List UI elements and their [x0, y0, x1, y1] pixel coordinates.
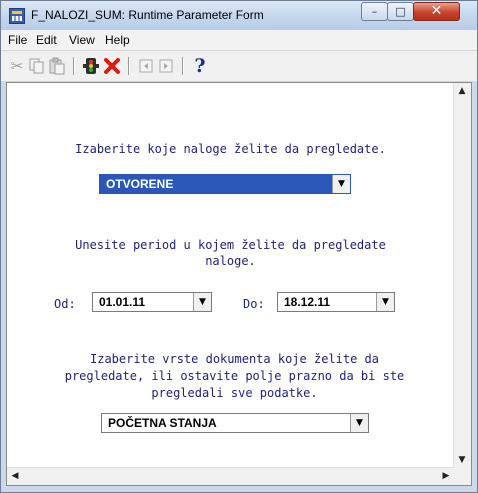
prompt-dok-line3: pregledali sve podatke.: [151, 386, 318, 400]
menu-bar: File Edit View Help: [1, 30, 477, 51]
od-date-field[interactable]: 01.01.11 ▼: [92, 292, 212, 312]
toolbar-separator: [128, 57, 130, 75]
help-icon[interactable]: ?: [190, 56, 210, 76]
cancel-icon[interactable]: [102, 56, 122, 76]
maximize-button[interactable]: □: [387, 2, 414, 21]
do-date-field[interactable]: 18.12.11 ▼: [277, 292, 395, 312]
prompt-dok-line2: pregledate, ili ostavite polje prazno da…: [64, 369, 405, 383]
runtime-parameter-window: F_NALOZI_SUM: Runtime Parameter Form – □…: [0, 0, 478, 493]
nalozi-select[interactable]: OTVORENE ▼: [99, 174, 351, 194]
toolbar-separator: [182, 57, 184, 75]
chevron-down-icon[interactable]: ▼: [350, 414, 368, 432]
title-bar[interactable]: F_NALOZI_SUM: Runtime Parameter Form – □…: [1, 1, 477, 30]
close-icon: ✕: [430, 3, 443, 19]
od-label: Od:: [54, 297, 76, 311]
scrollbar-corner: [454, 468, 471, 485]
toolbar-separator: [73, 57, 75, 75]
run-icon[interactable]: [81, 56, 101, 76]
vertical-scrollbar[interactable]: ▲ ▼: [453, 83, 471, 468]
dokument-value: POČETNA STANJA: [108, 416, 217, 430]
do-value: 18.12.11: [284, 295, 331, 309]
scroll-left-icon[interactable]: ◀: [7, 468, 23, 484]
nalozi-value: OTVORENE: [106, 177, 174, 191]
menu-file[interactable]: File: [8, 33, 27, 47]
scroll-right-icon[interactable]: ▶: [438, 468, 454, 484]
chevron-down-icon[interactable]: ▼: [332, 175, 350, 193]
app-icon: [9, 8, 25, 24]
chevron-down-icon[interactable]: ▼: [193, 293, 211, 311]
prompt-period-line2: naloge.: [205, 254, 256, 268]
chevron-down-icon[interactable]: ▼: [376, 293, 394, 311]
previous-icon[interactable]: [136, 56, 156, 76]
prompt-dok-line1: Izaberite vrste dokumenta koje želite da: [90, 352, 379, 366]
menu-help[interactable]: Help: [105, 33, 130, 47]
window-title: F_NALOZI_SUM: Runtime Parameter Form: [31, 8, 264, 22]
od-value: 01.01.11: [99, 295, 146, 309]
prompt-period-line1: Unesite period u kojem želite da pregled…: [75, 238, 386, 252]
do-label: Do:: [243, 297, 265, 311]
minimize-button[interactable]: –: [361, 2, 388, 21]
copy-icon[interactable]: [27, 56, 47, 76]
cut-icon[interactable]: ✂: [7, 56, 27, 76]
dokument-select[interactable]: POČETNA STANJA ▼: [101, 413, 369, 433]
paste-icon[interactable]: [47, 56, 67, 76]
menu-view[interactable]: View: [69, 33, 95, 47]
maximize-icon: □: [395, 5, 406, 18]
menu-edit[interactable]: Edit: [36, 33, 57, 47]
scroll-up-icon[interactable]: ▲: [454, 83, 470, 99]
minimize-icon: –: [371, 5, 378, 18]
horizontal-scrollbar[interactable]: ◀ ▶: [7, 467, 454, 485]
toolbar: ✂ ?: [1, 51, 477, 81]
scroll-down-icon[interactable]: ▼: [454, 452, 470, 468]
prompt-nalozi: Izaberite koje naloge želite da pregleda…: [75, 142, 386, 156]
close-button[interactable]: ✕: [413, 2, 460, 21]
next-icon[interactable]: [156, 56, 176, 76]
parameter-form: Izaberite koje naloge želite da pregleda…: [6, 82, 472, 486]
